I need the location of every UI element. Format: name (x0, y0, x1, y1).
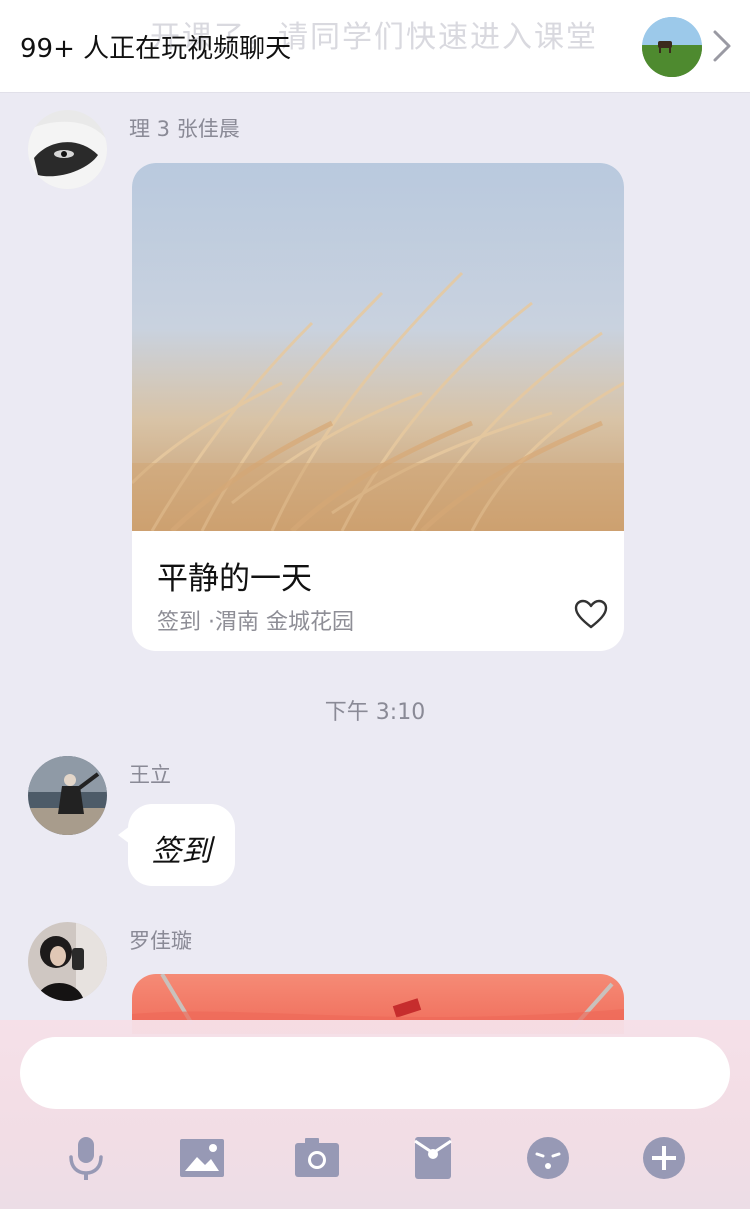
image-icon[interactable] (177, 1133, 227, 1183)
composer (0, 1020, 750, 1209)
video-chat-banner[interactable]: 开课了，请同学们快速进入课堂 99+ 人正在玩视频聊天 (0, 0, 750, 92)
sender-name: 理 3 张佳晨 (129, 117, 240, 141)
card-image (132, 163, 624, 531)
message-text: 签到 (151, 834, 212, 869)
message-bubble[interactable]: 签到 (118, 804, 235, 886)
message-input[interactable] (20, 1037, 730, 1109)
timestamp: 下午 3:10 (324, 700, 426, 725)
banner-title: 99+ 人正在玩视频聊天 (20, 34, 292, 64)
emoji-icon[interactable] (523, 1133, 573, 1183)
avatar[interactable] (28, 922, 107, 1001)
avatar[interactable] (28, 756, 107, 835)
card-location: 签到 ·渭南 金城花园 (157, 610, 354, 635)
camera-icon[interactable] (292, 1133, 342, 1183)
avatar[interactable] (28, 110, 107, 189)
red-packet-icon[interactable] (408, 1133, 458, 1183)
microphone-icon[interactable] (61, 1133, 111, 1183)
checkin-card[interactable]: 平静的一天 签到 ·渭南 金城花园 (132, 163, 624, 651)
banner-thumbnail (642, 17, 702, 77)
sender-name: 罗佳璇 (129, 929, 192, 953)
heart-icon[interactable] (574, 599, 608, 629)
sender-name: 王立 (129, 763, 171, 787)
plus-icon[interactable] (639, 1133, 689, 1183)
chevron-right-icon[interactable] (710, 28, 734, 64)
card-title: 平静的一天 (157, 561, 312, 597)
